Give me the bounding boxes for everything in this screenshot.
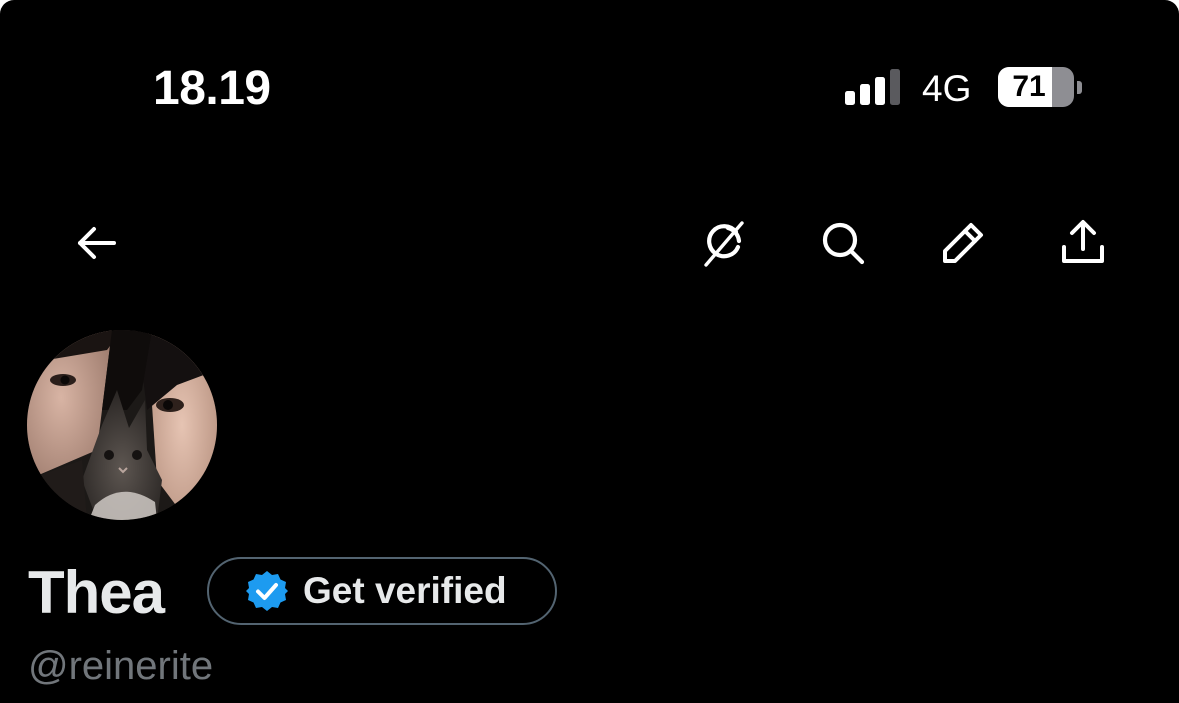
profile-avatar[interactable]	[27, 330, 217, 520]
signal-bar-3	[875, 77, 885, 105]
grok-icon	[704, 221, 744, 267]
battery-nub	[1077, 81, 1082, 94]
signal-bar-4	[890, 69, 900, 105]
profile-display-name: Thea	[28, 559, 165, 626]
profile-handle: @reinerite	[28, 644, 214, 688]
network-type: 4G	[922, 68, 972, 109]
avatar-photo	[27, 330, 217, 520]
battery-level: 71	[1012, 70, 1046, 103]
get-verified-label: Get verified	[303, 570, 507, 611]
share-icon	[1062, 220, 1104, 263]
cellular-signal-icon	[845, 69, 900, 105]
edit-button[interactable]	[933, 213, 993, 273]
pencil-icon	[943, 223, 983, 263]
get-verified-button[interactable]: Get verified	[207, 557, 557, 625]
grok-button[interactable]	[694, 213, 754, 273]
verified-badge-icon	[245, 569, 289, 613]
arrow-left-icon	[78, 227, 116, 259]
signal-bar-2	[860, 84, 870, 105]
share-button[interactable]	[1053, 213, 1113, 273]
profile-screen: 18.19 4G 71 Thea Get verified @reinerite	[0, 0, 1179, 703]
back-button[interactable]	[66, 213, 126, 273]
status-time: 18.19	[153, 62, 271, 115]
search-icon	[822, 222, 865, 265]
signal-bar-1	[845, 91, 855, 105]
search-button[interactable]	[813, 213, 873, 273]
battery-icon: 71	[998, 67, 1074, 107]
